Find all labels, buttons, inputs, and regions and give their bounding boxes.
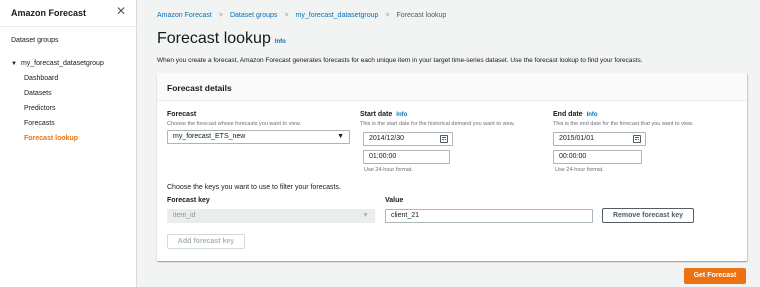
breadcrumb-current: Forecast lookup [396, 12, 447, 19]
caret-down-icon: ▼ [337, 133, 344, 140]
page-title-text: Forecast lookup [157, 30, 271, 47]
sidebar-item-forecast-lookup[interactable]: Forecast lookup [24, 135, 78, 142]
sidebar-item-predictors[interactable]: Predictors [24, 105, 56, 112]
value-input-value: client_21 [391, 212, 420, 219]
forecast-select[interactable]: my_forecast_ETS_new ▼ [167, 130, 350, 144]
end-time-input[interactable]: 00:00:00 [553, 150, 642, 164]
sidebar-group-toggle[interactable]: ▼ my_forecast_datasetgroup [11, 60, 104, 67]
page-info-link[interactable]: Info [275, 39, 286, 45]
close-icon[interactable]: ✕ [116, 5, 126, 17]
end-date-label: End date Info [553, 111, 598, 118]
page-description: When you create a forecast, Amazon Forec… [157, 57, 643, 64]
breadcrumb-datasetgroup[interactable]: my_forecast_datasetgroup [296, 12, 379, 19]
forecast-key-select: item_id ▼ [167, 209, 375, 223]
end-date-description: This is the end date for the forecast th… [553, 121, 694, 127]
breadcrumb-separator-icon: > [284, 12, 289, 19]
breadcrumb: Amazon Forecast > Dataset groups > my_foreca… [157, 12, 446, 19]
sidebar-divider [0, 26, 137, 27]
start-date-label: Start date Info [360, 111, 407, 118]
start-time-hint: Use 24-hour format. [364, 167, 413, 173]
start-time-input[interactable]: 01:00:00 [363, 150, 450, 164]
caret-down-icon: ▼ [11, 61, 17, 67]
add-forecast-key-button: Add forecast key [167, 234, 245, 249]
breadcrumb-amazon-forecast[interactable]: Amazon Forecast [157, 12, 212, 19]
end-date-info-link[interactable]: Info [587, 112, 598, 118]
sidebar-item-dataset-groups[interactable]: Dataset groups [11, 37, 58, 44]
breadcrumb-separator-icon: > [218, 12, 223, 19]
sidebar-item-forecasts[interactable]: Forecasts [24, 120, 55, 127]
remove-forecast-key-button[interactable]: Remove forecast key [602, 208, 694, 223]
end-date-input[interactable]: 2015/01/01 [553, 132, 646, 146]
end-time-value: 00:00:00 [559, 153, 587, 160]
panel-title: Forecast details [167, 83, 232, 93]
start-date-info-link[interactable]: Info [396, 112, 407, 118]
calendar-icon[interactable] [633, 135, 641, 143]
sidebar: Amazon Forecast ✕ Dataset groups ▼ my_for… [0, 0, 137, 287]
panel-header: Forecast details [157, 73, 747, 101]
sidebar-item-dashboard[interactable]: Dashboard [24, 75, 58, 82]
start-date-input[interactable]: 2014/12/30 [363, 132, 453, 146]
forecast-select-value: my_forecast_ETS_new [173, 133, 246, 140]
forecast-description: Choose the forecast whose forecasts you … [167, 121, 301, 127]
get-forecast-button[interactable]: Get Forecast [684, 268, 746, 284]
sidebar-group-name: my_forecast_datasetgroup [20, 60, 104, 67]
sidebar-item-datasets[interactable]: Datasets [24, 90, 52, 97]
forecast-details-panel: Forecast details Forecast Choose the for… [157, 73, 747, 261]
calendar-icon[interactable] [440, 135, 448, 143]
breadcrumb-separator-icon: > [385, 12, 390, 19]
start-date-value: 2014/12/30 [369, 135, 405, 142]
end-date-label-text: End date [553, 111, 583, 118]
value-label: Value [385, 197, 404, 204]
end-date-value: 2015/01/01 [559, 135, 595, 142]
caret-down-icon: ▼ [362, 212, 369, 219]
forecast-key-label: Forecast key [167, 197, 210, 204]
breadcrumb-dataset-groups[interactable]: Dataset groups [230, 12, 277, 19]
start-date-description: This is the start date for the historica… [360, 121, 515, 127]
forecast-label: Forecast [167, 111, 197, 118]
keys-intro: Choose the keys you want to use to filte… [167, 184, 341, 191]
page-title: Forecast lookup Info [157, 30, 286, 48]
start-time-value: 01:00:00 [369, 153, 397, 160]
forecast-key-value: item_id [173, 212, 196, 219]
sidebar-title: Amazon Forecast [11, 8, 87, 18]
start-date-label-text: Start date [360, 111, 393, 118]
value-input[interactable]: client_21 [385, 209, 593, 223]
end-time-hint: Use 24-hour format. [555, 167, 604, 173]
